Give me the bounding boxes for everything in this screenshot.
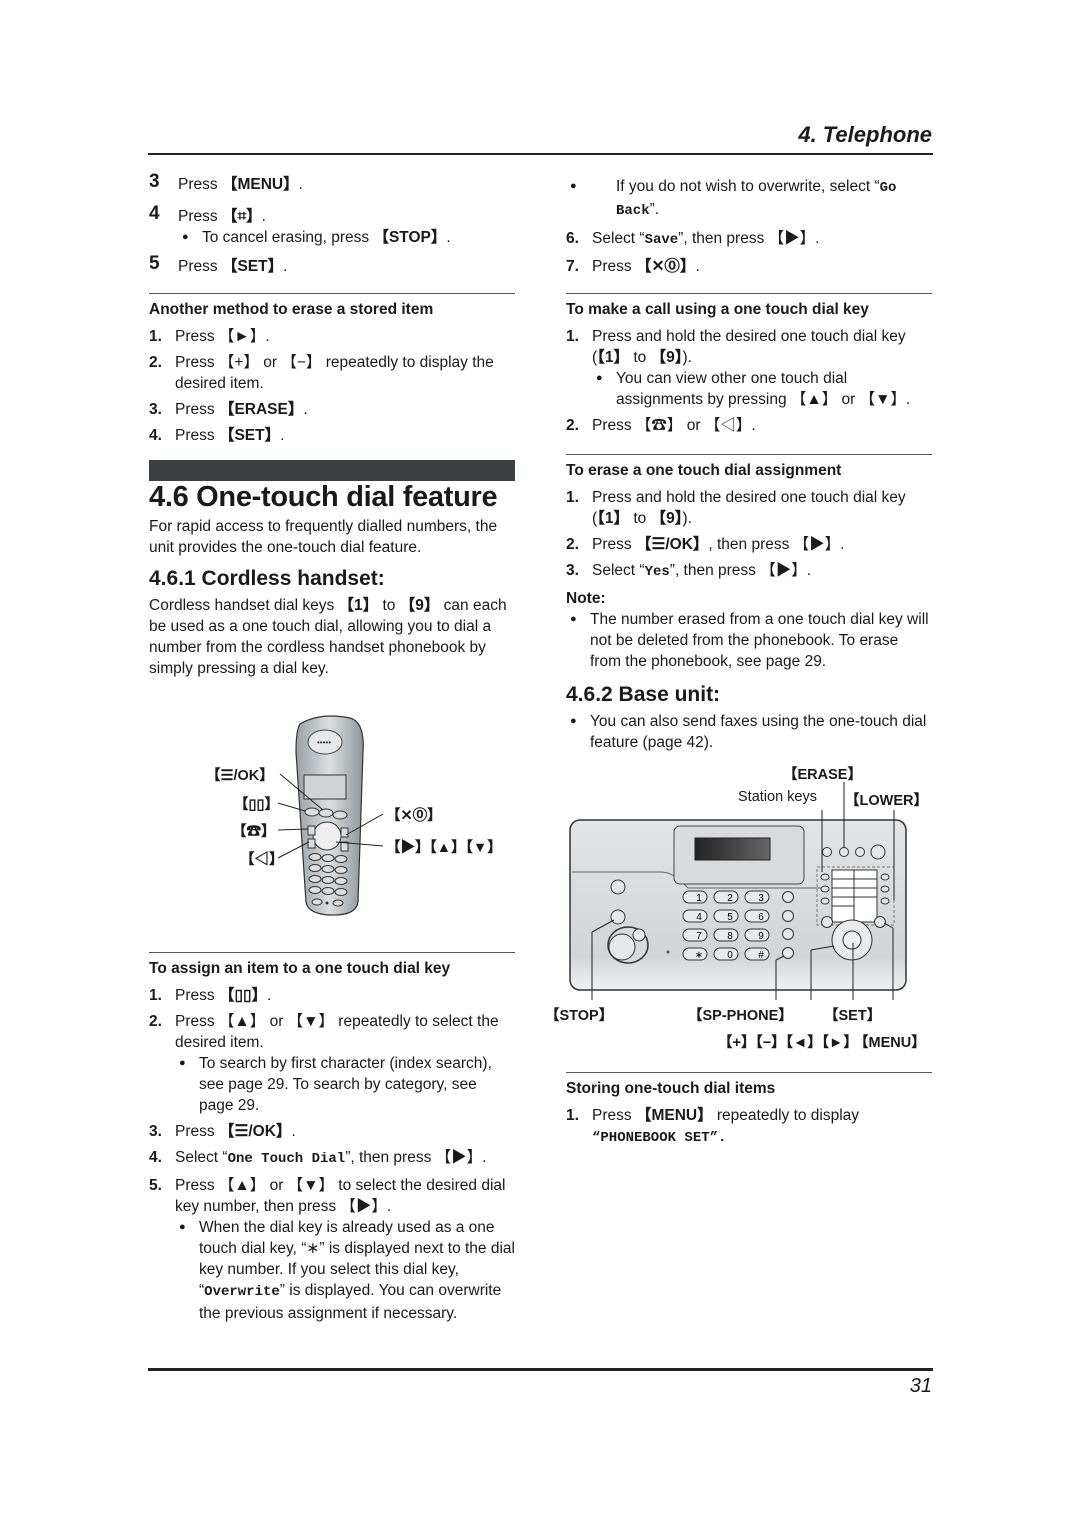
keypad-key-label: 5: [727, 912, 733, 923]
keypad-key-label: 6: [758, 912, 764, 923]
base-title: 4.6.2 Base unit:: [566, 683, 721, 706]
list-item: 7. Press 【✕⓪】.: [566, 258, 700, 275]
divider: [566, 293, 932, 294]
list-item: 4. Select “One Touch Dial”, then press 【▶…: [149, 1149, 487, 1167]
list-item: 5. Press 【▲】 or 【▼】 to select the desired…: [149, 1175, 515, 1324]
label-nav-keys: 【▶】【▲】【▼】: [386, 840, 502, 856]
keypad-key-label: #: [758, 950, 764, 961]
bullet: When the dial key is already used as a o…: [175, 1217, 515, 1324]
handset-illustration: •••••: [277, 715, 384, 916]
footer-rule: [148, 1368, 933, 1371]
list-item: 1. Press 【▯▯】.: [149, 987, 272, 1004]
bullet: To search by first character (index sear…: [175, 1053, 515, 1116]
left-column: 3 Press 【MENU】. 4 Press 【⌗】. To cancel e…: [149, 171, 515, 679]
list-item: 3. Press 【ERASE】.: [149, 401, 308, 418]
section-title: 4.6 One-touch dial feature: [149, 481, 498, 513]
base-bullet: You can also send faxes using the one-to…: [566, 711, 932, 753]
list-item: 2. Press 【▲】 or 【▼】 repeatedly to select …: [149, 1011, 515, 1116]
page-number: 31: [909, 1375, 932, 1397]
keypad-key: [682, 890, 708, 904]
divider: [149, 952, 515, 953]
label-speaker: 【◁】: [240, 852, 284, 868]
label-menu: 【MENU】: [854, 1035, 926, 1051]
chapter-title: 4. Telephone: [798, 122, 932, 147]
list-item: 3. Press 【☰/OK】.: [149, 1123, 296, 1140]
list-item: 2. Press 【☎】 or 【◁】.: [566, 417, 756, 434]
handset-figure: ••••• 【☰/OK】 【▯▯】 【☎】 【◁】 【✕⓪】 【▶】【▲】【▼】: [200, 712, 502, 922]
another-method-title: Another method to erase a stored item: [149, 301, 434, 318]
label-menu-ok: 【☰/OK】: [206, 768, 274, 784]
keypad-key-label: 7: [696, 931, 702, 942]
step-5: 5 Press 【SET】.: [149, 253, 288, 275]
keypad-key-label: 0: [727, 950, 733, 961]
list-item: 2. Press 【+】 or 【−】 repeatedly to display…: [149, 354, 494, 392]
label-erase: 【ERASE】: [783, 767, 862, 783]
keypad-key: [713, 928, 739, 942]
label-off-power: 【✕⓪】: [386, 808, 442, 824]
bullet: You can view other one touch dial assign…: [592, 368, 932, 410]
label-sp-phone: 【SP-PHONE】: [688, 1008, 793, 1024]
label-phonebook: 【▯▯】: [234, 797, 279, 813]
divider: [149, 293, 515, 294]
label-stop: 【STOP】: [545, 1008, 614, 1024]
keypad-key-label: ∗: [695, 950, 703, 961]
section-bar: [149, 460, 515, 481]
storing-section: Storing one-touch dial items 1. Press 【ME…: [566, 1072, 932, 1154]
keypad-key: [744, 909, 770, 923]
divider: [566, 454, 932, 455]
base-unit-figure: 1 2 3 4 5 6 7 8 9 ∗ 0 # 【ERASE】 Station keys 【LOWER…: [545, 760, 940, 1060]
keypad-key: [713, 909, 739, 923]
keypad-key-label: 1: [696, 893, 702, 904]
list-item: 2. Press 【☰/OK】, then press 【▶】.: [566, 536, 845, 553]
list-item: 6. Select “Save”, then press 【▶】.: [566, 230, 820, 248]
svg-text:•••••: •••••: [317, 738, 331, 747]
make-call-title: To make a call using a one touch dial ke…: [566, 301, 869, 318]
list-item: 4. Press 【SET】.: [149, 427, 285, 444]
cordless-body: Cordless handset dial keys 【1】 to 【9】 ca…: [149, 597, 507, 677]
note-label: Note:: [566, 590, 606, 607]
header-rule: [148, 153, 933, 155]
label-station-keys: Station keys: [738, 789, 817, 805]
step-4: 4 Press 【⌗】. To cancel erasing, press 【S…: [149, 203, 515, 248]
label-lower: 【LOWER】: [845, 793, 928, 809]
label-talk: 【☎】: [232, 824, 276, 840]
step-4-bullet: To cancel erasing, press 【STOP】.: [178, 227, 515, 248]
keypad-key-label: 3: [758, 893, 764, 904]
assign-section: To assign an item to a one touch dial ke…: [149, 952, 515, 1329]
note-text: The number erased from a one touch dial …: [566, 609, 932, 672]
storing-title: Storing one-touch dial items: [566, 1080, 776, 1097]
list-item: 1. Press 【►】.: [149, 328, 270, 345]
keypad-key: [744, 890, 770, 904]
step-3: 3 Press 【MENU】.: [149, 171, 303, 193]
list-item: 1. Press and hold the desired one touch d…: [566, 489, 906, 527]
label-nav: 【+】【−】【◄】【►】: [718, 1035, 858, 1051]
list-item: 1. Press and hold the desired one touch d…: [566, 326, 932, 410]
keypad-key-label: 2: [727, 893, 733, 904]
cordless-title: 4.6.1 Cordless handset:: [149, 567, 385, 590]
keypad-key: [682, 928, 708, 942]
keypad-key-label: 8: [727, 931, 733, 942]
divider: [566, 1072, 932, 1073]
keypad-key: [682, 909, 708, 923]
list-item: 3. Select “Yes”, then press 【▶】.: [566, 562, 812, 580]
label-set: 【SET】: [824, 1008, 882, 1024]
section-intro: For rapid access to frequently dialled n…: [149, 518, 498, 556]
assign-title: To assign an item to a one touch dial ke…: [149, 960, 451, 977]
list-item: 1. Press 【MENU】 repeatedly to display “PHO…: [566, 1107, 860, 1146]
right-column: If you do not wish to overwrite, select …: [566, 176, 932, 753]
keypad-key: [713, 890, 739, 904]
bullet-go-back: If you do not wish to overwrite, select …: [566, 176, 932, 222]
keypad-key-label: 9: [758, 931, 764, 942]
keypad-key: [744, 947, 770, 961]
erase-title: To erase a one touch dial assignment: [566, 462, 842, 479]
keypad-key: [713, 947, 739, 961]
keypad-key-label: 4: [696, 912, 702, 923]
keypad-key: [744, 928, 770, 942]
